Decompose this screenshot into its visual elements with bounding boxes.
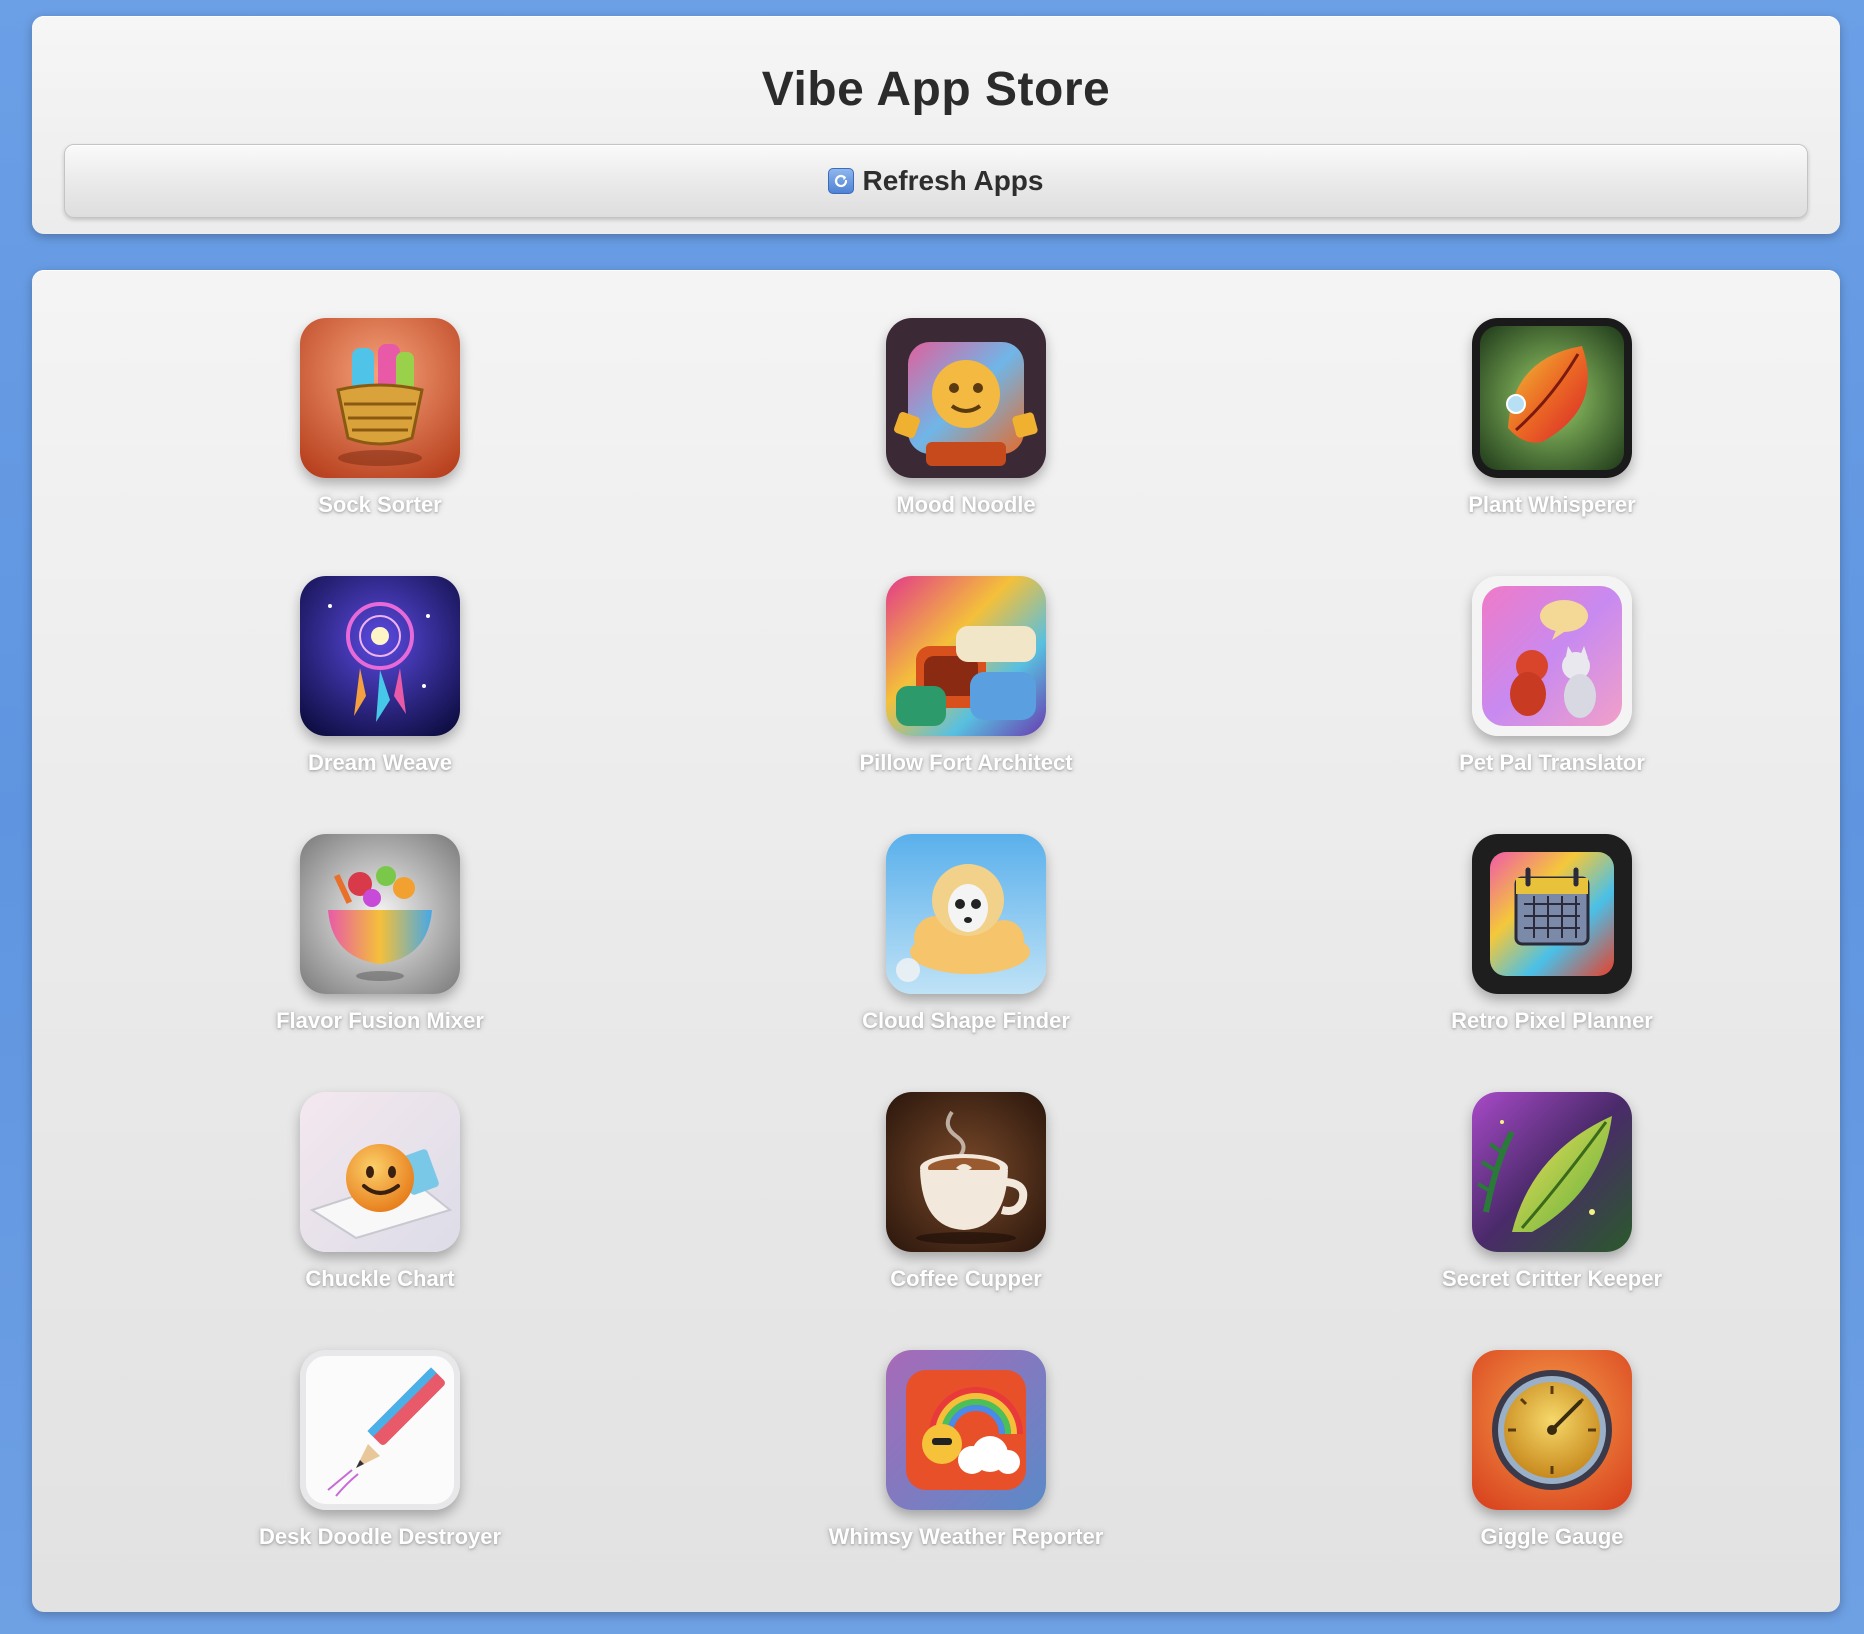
app-name: Flavor Fusion Mixer bbox=[276, 1008, 484, 1033]
app-tile-pillow-fort-architect[interactable]: Pillow Fort Architect bbox=[756, 576, 1176, 816]
app-tile-pet-pal-translator[interactable]: Pet Pal Translator bbox=[1342, 576, 1762, 816]
app-name: Cloud Shape Finder bbox=[862, 1008, 1070, 1033]
app-tile-sock-sorter[interactable]: Sock Sorter bbox=[170, 318, 590, 558]
refresh-apps-label: Refresh Apps bbox=[862, 165, 1044, 196]
app-tile-coffee-cupper[interactable]: Coffee Cupper bbox=[756, 1092, 1176, 1332]
app-tile-giggle-gauge[interactable]: Giggle Gauge bbox=[1342, 1350, 1762, 1590]
refresh-icon bbox=[828, 168, 855, 194]
app-name: Dream Weave bbox=[308, 750, 452, 775]
app-name: Whimsy Weather Reporter bbox=[828, 1524, 1104, 1549]
mood-noodle-icon bbox=[886, 318, 1046, 478]
app-tile-secret-critter-keeper[interactable]: Secret Critter Keeper bbox=[1342, 1092, 1762, 1332]
app-name: Desk Doodle Destroyer bbox=[258, 1524, 502, 1549]
food-bowl-icon bbox=[300, 834, 460, 994]
coffee-cup-icon bbox=[886, 1092, 1046, 1252]
pets-speech-icon bbox=[1472, 576, 1632, 736]
app-name: Giggle Gauge bbox=[1480, 1524, 1624, 1549]
app-name: Sock Sorter bbox=[318, 492, 442, 517]
app-tile-mood-noodle[interactable]: Mood Noodle bbox=[756, 318, 1176, 558]
app-tile-retro-pixel-planner[interactable]: Retro Pixel Planner bbox=[1342, 834, 1762, 1074]
cloud-creature-icon bbox=[886, 834, 1046, 994]
app-name: Plant Whisperer bbox=[1468, 492, 1636, 517]
page-title: Vibe App Store bbox=[761, 63, 1111, 116]
app-tile-plant-whisperer[interactable]: Plant Whisperer bbox=[1342, 318, 1762, 558]
pencil-icon bbox=[300, 1350, 460, 1510]
app-name: Coffee Cupper bbox=[890, 1266, 1042, 1291]
app-name: Secret Critter Keeper bbox=[1441, 1266, 1663, 1291]
app-tile-desk-doodle-destroyer[interactable]: Desk Doodle Destroyer bbox=[170, 1350, 590, 1590]
header-panel: Vibe App Store Refresh Apps bbox=[32, 16, 1840, 234]
sun-cloud-rainbow-icon bbox=[886, 1350, 1046, 1510]
calendar-icon bbox=[1472, 834, 1632, 994]
app-name: Pet Pal Translator bbox=[1459, 750, 1645, 775]
fern-icon bbox=[1472, 1092, 1632, 1252]
refresh-apps-button[interactable]: Refresh Apps bbox=[64, 144, 1808, 218]
app-name: Retro Pixel Planner bbox=[1451, 1008, 1653, 1033]
app-name: Mood Noodle bbox=[896, 492, 1036, 517]
app-name: Pillow Fort Architect bbox=[859, 750, 1073, 775]
dreamcatcher-icon bbox=[300, 576, 460, 736]
gauge-icon bbox=[1472, 1350, 1632, 1510]
app-tile-chuckle-chart[interactable]: Chuckle Chart bbox=[170, 1092, 590, 1332]
app-grid: Sock Sorter Mood Noodle Plant Whisperer … bbox=[32, 270, 1840, 1612]
app-tile-dream-weave[interactable]: Dream Weave bbox=[170, 576, 590, 816]
leaf-icon bbox=[1472, 318, 1632, 478]
app-tile-cloud-shape-finder[interactable]: Cloud Shape Finder bbox=[756, 834, 1176, 1074]
app-tile-whimsy-weather-reporter[interactable]: Whimsy Weather Reporter bbox=[756, 1350, 1176, 1590]
app-name: Chuckle Chart bbox=[305, 1266, 455, 1291]
pillow-fort-icon bbox=[886, 576, 1046, 736]
smiley-icon bbox=[300, 1092, 460, 1252]
sock-basket-icon bbox=[300, 318, 460, 478]
app-tile-flavor-fusion-mixer[interactable]: Flavor Fusion Mixer bbox=[170, 834, 590, 1074]
